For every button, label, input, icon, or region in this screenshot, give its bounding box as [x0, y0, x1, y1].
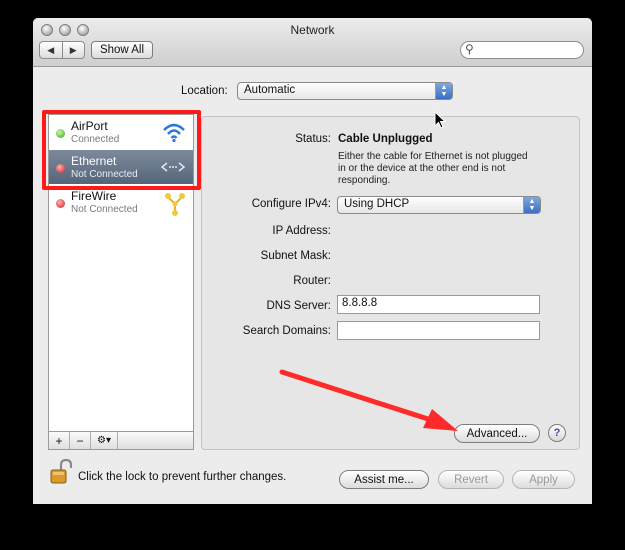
annotation-arrow: [279, 369, 458, 431]
